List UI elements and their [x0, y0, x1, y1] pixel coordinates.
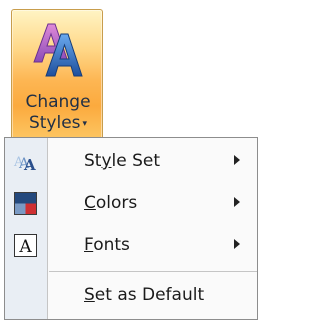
menu-item-label: Set as Default: [84, 285, 205, 305]
button-label-line1: Change: [25, 92, 91, 112]
menu-item-label: Fonts: [84, 235, 130, 255]
menu-item-colors[interactable]: Colors: [5, 182, 257, 224]
menu-item-label: Colors: [84, 193, 138, 213]
svg-text:A: A: [23, 156, 36, 174]
menu-separator: [49, 271, 257, 272]
button-label-line2-text: Styles: [28, 113, 81, 133]
change-styles-menu: A A A Style Set Colors A Fonts Set as De…: [4, 137, 258, 320]
submenu-arrow-icon: [234, 239, 240, 249]
menu-item-label: Style Set: [84, 151, 161, 171]
change-styles-icon: [33, 23, 83, 77]
menu-item-set-as-default[interactable]: Set as Default: [5, 274, 257, 316]
menu-item-fonts[interactable]: A Fonts: [5, 224, 257, 266]
change-styles-button[interactable]: Change Styles ▾: [11, 9, 103, 138]
svg-text:A: A: [18, 237, 32, 257]
submenu-arrow-icon: [234, 155, 240, 165]
chevron-down-icon: ▾: [82, 119, 88, 129]
button-label-line2: Styles ▾: [12, 113, 104, 134]
submenu-arrow-icon: [234, 197, 240, 207]
style-set-icon: A A A: [13, 155, 36, 174]
menu-item-style-set[interactable]: A A A Style Set: [5, 140, 257, 182]
colors-icon: [14, 192, 37, 215]
fonts-icon: A: [14, 234, 37, 257]
